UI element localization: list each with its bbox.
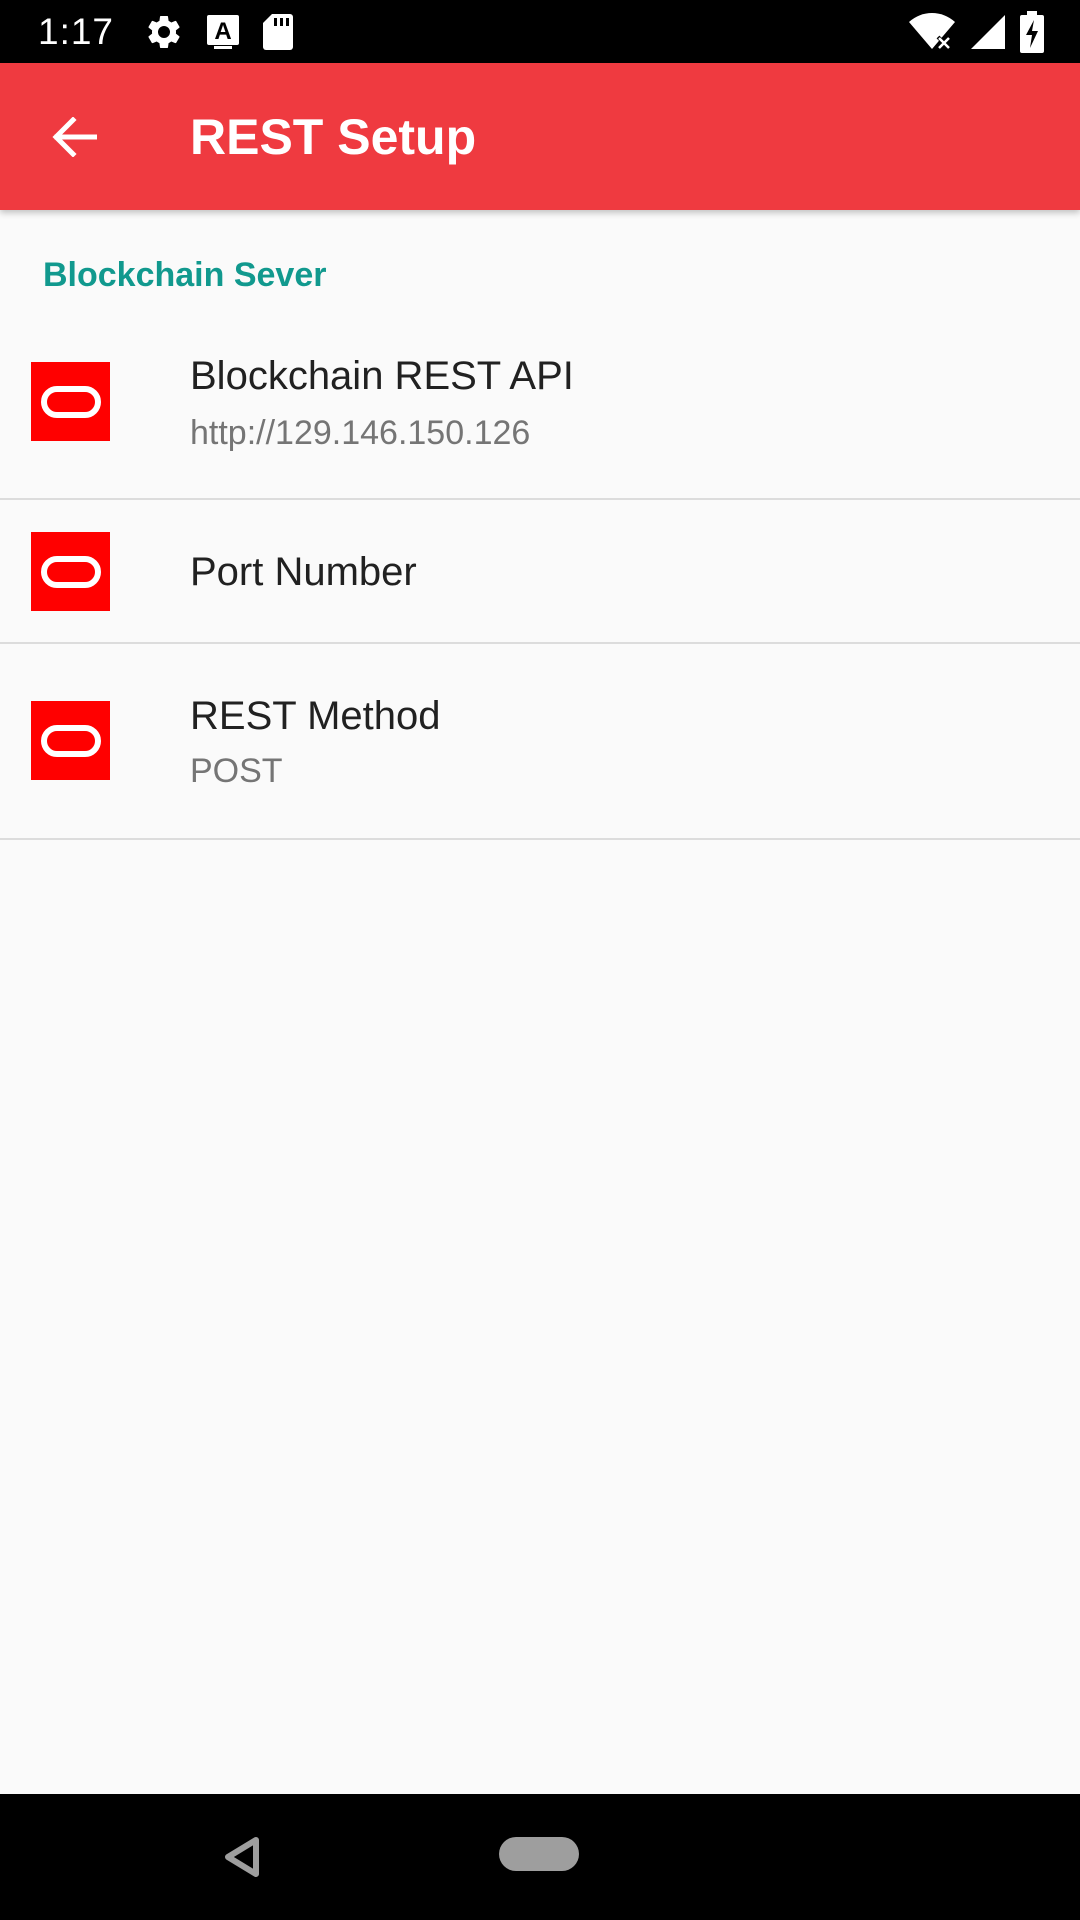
navigation-bar [0,1794,1080,1920]
status-bar: 1:17 A [0,0,1080,63]
a-keyboard-icon: A [206,14,240,50]
pref-summary: POST [190,752,283,790]
pref-summary: http://129.146.150.126 [190,414,531,452]
home-pill-icon[interactable] [499,1837,579,1871]
cell-signal-icon [970,13,1006,51]
back-button[interactable] [40,103,108,171]
status-left-icons: A [144,12,294,52]
svg-text:A: A [214,18,231,45]
wifi-icon [908,12,956,51]
oracle-logo-icon [31,362,110,441]
screen: 1:17 A REST Setup Blockchain Sever Block… [0,0,1080,1920]
gear-icon [144,12,184,52]
status-right-icons [908,0,1044,63]
oracle-logo-icon [31,701,110,780]
status-time: 1:17 [38,10,115,52]
back-triangle-icon[interactable] [220,1834,266,1880]
pref-title: REST Method [190,694,441,738]
arrow-back-icon [52,117,97,157]
pref-item-blockchain-rest-api[interactable]: Blockchain REST API http://129.146.150.1… [0,318,1080,500]
page-title: REST Setup [190,108,477,165]
pref-title: Blockchain REST API [190,354,574,398]
pref-item-port-number[interactable]: Port Number [0,500,1080,644]
pref-item-rest-method[interactable]: REST Method POST [0,644,1080,840]
battery-charging-icon [1020,10,1044,53]
sd-card-icon [262,13,294,51]
app-bar: REST Setup [0,63,1080,210]
oracle-logo-icon [31,532,110,611]
pref-title: Port Number [190,550,417,594]
section-header: Blockchain Sever [43,256,327,294]
